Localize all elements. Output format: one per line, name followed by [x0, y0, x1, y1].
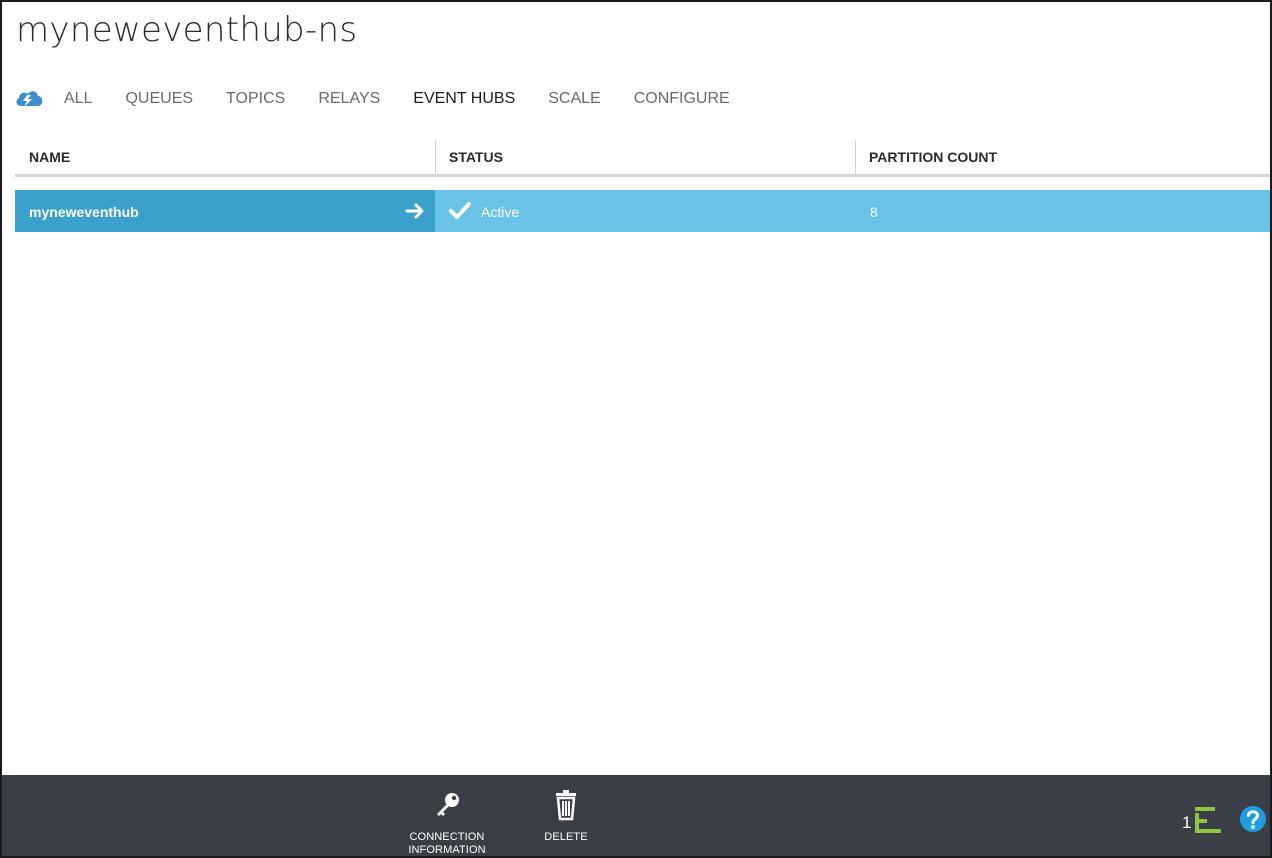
delete-label: DELETE	[544, 831, 588, 843]
connection-information-label: CONNECTION INFORMATION	[397, 831, 497, 856]
column-header-status[interactable]: STATUS	[435, 138, 855, 174]
command-bar: CONNECTION INFORMATION DELETE 1	[2, 775, 1270, 856]
operations-status-icon[interactable]	[1195, 807, 1221, 835]
connection-information-label-line1: CONNECTION	[409, 831, 485, 843]
tab-relays[interactable]: RELAYS	[318, 90, 380, 108]
service-bus-cloud-icon	[14, 86, 44, 112]
tab-queues[interactable]: QUEUES	[125, 90, 193, 108]
checkmark-icon	[449, 202, 471, 220]
column-header-partition-count[interactable]: PARTITION COUNT	[855, 138, 1270, 174]
connection-information-button[interactable]: CONNECTION INFORMATION	[397, 775, 497, 856]
help-icon[interactable]	[1239, 805, 1267, 833]
tab-bar: ALL QUEUES TOPICS RELAYS EVENT HUBS SCAL…	[14, 86, 763, 112]
tab-topics[interactable]: TOPICS	[226, 90, 285, 108]
page-title: myneweventhub-ns	[16, 10, 358, 50]
portal-window: myneweventhub-ns ALL QUEUES TOPICS RELAY…	[0, 0, 1272, 858]
partition-count-value: 8	[870, 204, 878, 220]
arrow-right-icon[interactable]	[405, 202, 427, 220]
tab-scale[interactable]: SCALE	[548, 90, 600, 108]
key-icon	[437, 793, 459, 816]
tab-configure[interactable]: CONFIGURE	[634, 90, 730, 108]
table-header: NAME STATUS PARTITION COUNT	[15, 138, 1270, 177]
row-name-cell[interactable]: myneweventhub	[15, 190, 435, 232]
column-header-name[interactable]: NAME	[15, 138, 435, 174]
operations-count[interactable]: 1	[1182, 813, 1191, 833]
status-value: Active	[481, 204, 520, 220]
trash-icon	[556, 790, 576, 821]
tab-event-hubs[interactable]: EVENT HUBS	[413, 90, 515, 108]
table-row[interactable]: myneweventhub Active 8	[15, 190, 1270, 232]
tab-all[interactable]: ALL	[64, 90, 92, 108]
connection-information-label-line2: INFORMATION	[408, 844, 486, 856]
delete-button[interactable]: DELETE	[516, 775, 616, 856]
event-hub-name-link[interactable]: myneweventhub	[29, 190, 139, 234]
